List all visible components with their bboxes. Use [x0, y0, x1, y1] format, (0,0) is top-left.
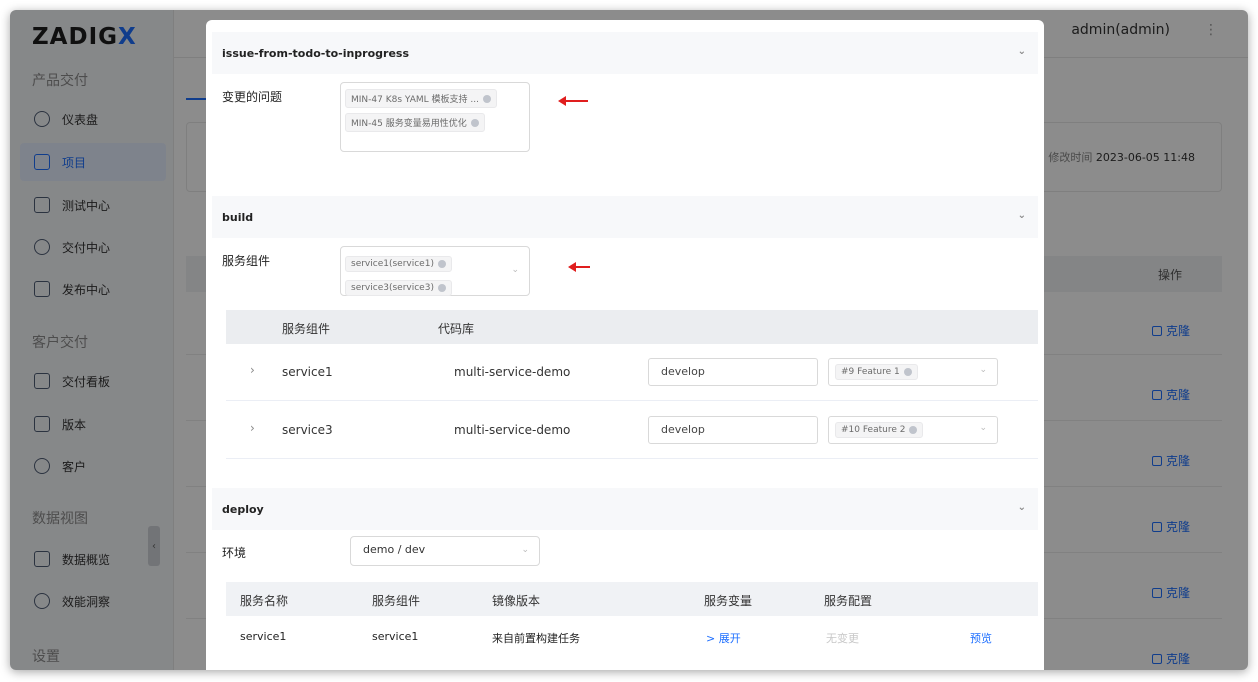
issue-tag: MIN-47 K8s YAML 模板支持 ...	[345, 89, 497, 108]
chevron-down-icon[interactable]: ⌄	[1018, 46, 1026, 57]
issue-tag: MIN-45 服务变量易用性优化	[345, 113, 485, 132]
pr-tag: #9 Feature 1	[835, 364, 918, 380]
changed-issues-select[interactable]: MIN-47 K8s YAML 模板支持 ... MIN-45 服务变量易用性优…	[340, 82, 530, 152]
chevron-down-icon: ⌄	[979, 423, 987, 433]
close-icon[interactable]	[903, 368, 912, 376]
build-table-header: 服务组件 代码库	[226, 310, 1038, 344]
app-window: ZADIGX 产品交付 仪表盘 项目 测试中心 交付中心 发布中心 客户交付 交…	[10, 10, 1248, 670]
red-arrow-annotation	[558, 96, 588, 106]
service-tag: service3(service3)	[345, 280, 452, 296]
deploy-table-header: 服务名称 服务组件 镜像版本 服务变量 服务配置	[226, 582, 1038, 616]
section-header-build[interactable]: build ⌄	[212, 196, 1038, 238]
chevron-down-icon: ⌄	[979, 365, 987, 375]
changed-issues-label: 变更的问题	[222, 90, 283, 104]
pr-tag: #10 Feature 2	[835, 422, 924, 438]
close-icon[interactable]	[470, 118, 479, 127]
section-header-deploy[interactable]: deploy ⌄	[212, 488, 1038, 530]
chevron-right-icon[interactable]: ›	[250, 363, 255, 377]
section-header-issue[interactable]: issue-from-todo-to-inprogress ⌄	[212, 32, 1038, 74]
service-tag: service1(service1)	[345, 256, 452, 272]
red-arrow-annotation	[568, 262, 590, 272]
build-table-row: › service1 multi-service-demo develop #9…	[226, 344, 1038, 401]
build-table-row: › service3 multi-service-demo develop #1…	[226, 402, 1038, 459]
expand-vars-link[interactable]: > 展开	[706, 630, 741, 646]
chevron-down-icon[interactable]: ⌄	[1018, 502, 1026, 513]
branch-input[interactable]: develop	[648, 358, 818, 386]
service-component-label: 服务组件	[222, 254, 271, 268]
environment-label: 环境	[222, 546, 247, 560]
branch-input[interactable]: develop	[648, 416, 818, 444]
close-icon[interactable]	[437, 260, 446, 268]
chevron-down-icon: ⌄	[511, 265, 519, 275]
preview-link[interactable]: 预览	[970, 630, 992, 646]
chevron-down-icon[interactable]: ⌄	[1018, 210, 1026, 221]
close-icon[interactable]	[437, 284, 446, 292]
chevron-right-icon[interactable]: ›	[250, 421, 255, 435]
workflow-run-dialog: issue-from-todo-to-inprogress ⌄ 变更的问题 MI…	[206, 20, 1044, 670]
pr-select[interactable]: #9 Feature 1 ⌄	[828, 358, 998, 386]
environment-select[interactable]: demo / dev ⌄	[350, 536, 540, 566]
chevron-down-icon: ⌄	[521, 545, 529, 555]
pr-select[interactable]: #10 Feature 2 ⌄	[828, 416, 998, 444]
deploy-table-row: service1 service1 来自前置构建任务 > 展开 无变更 预览	[240, 630, 992, 646]
close-icon[interactable]	[482, 94, 491, 103]
close-icon[interactable]	[909, 426, 918, 434]
service-component-select[interactable]: service1(service1) service3(service3) ⌄	[340, 246, 530, 296]
